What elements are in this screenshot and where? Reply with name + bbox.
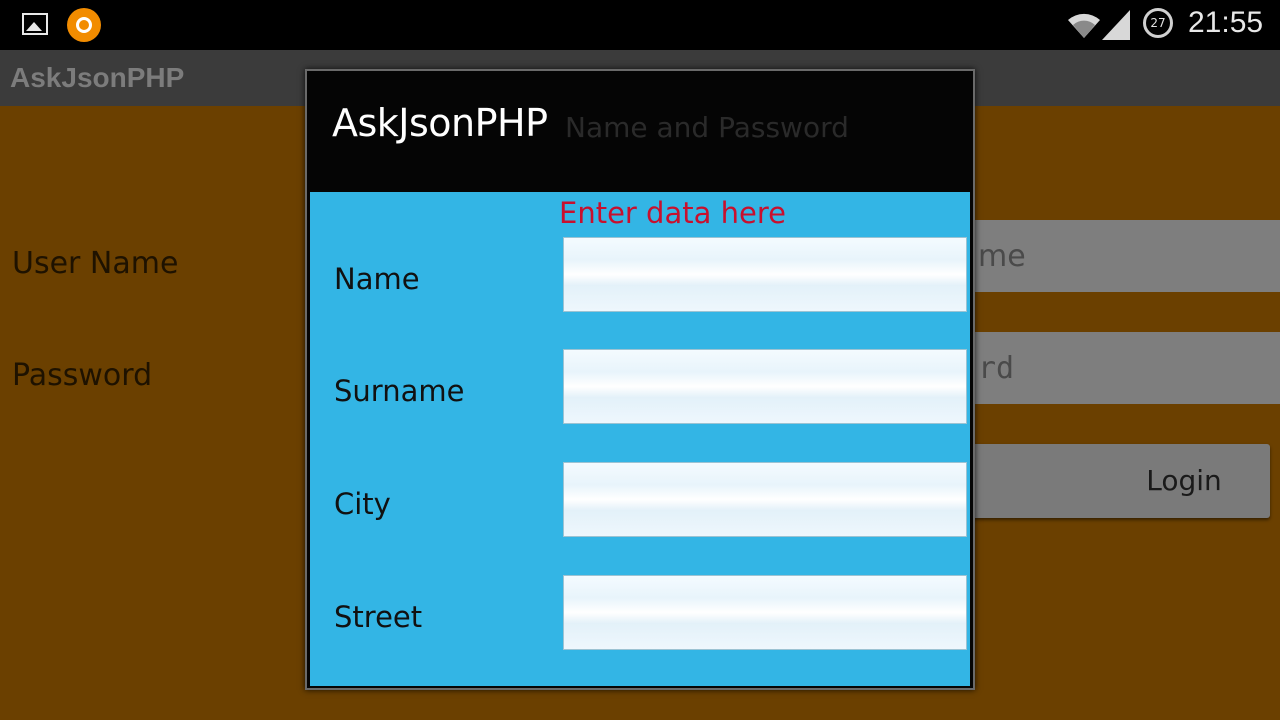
signal-icon <box>1102 10 1130 40</box>
gallery-icon <box>22 13 48 35</box>
app-notification-icon <box>67 8 101 42</box>
surname-input[interactable] <box>563 349 967 424</box>
login-button[interactable]: Login <box>968 444 1270 518</box>
data-entry-dialog: Name and Password AskJsonPHP Enter data … <box>305 69 975 690</box>
user-name-label: User Name <box>12 246 179 281</box>
login-button-label: Login <box>1146 464 1222 497</box>
clock: 21:55 <box>1188 6 1264 39</box>
name-input[interactable] <box>563 237 967 312</box>
wifi-icon <box>1068 13 1100 38</box>
password-hint: rd <box>978 351 1015 386</box>
name-label: Name <box>334 262 420 296</box>
user-name-hint: me <box>978 239 1026 274</box>
street-input[interactable] <box>563 575 967 650</box>
dialog-title: AskJsonPHP <box>332 101 548 145</box>
dialog-ghost-text: Name and Password <box>565 111 849 144</box>
dialog-body: Enter data here Name Surname City Street <box>310 192 970 686</box>
enter-data-hint: Enter data here <box>559 196 786 230</box>
city-label: City <box>334 487 391 521</box>
battery-icon: 27 <box>1143 8 1173 38</box>
app-title: AskJsonPHP <box>10 62 185 93</box>
street-label: Street <box>334 600 423 634</box>
user-name-input[interactable]: me <box>974 220 1280 292</box>
password-input[interactable]: rd <box>974 332 1280 404</box>
surname-label: Surname <box>334 374 465 408</box>
city-input[interactable] <box>563 462 967 537</box>
password-label: Password <box>12 358 153 393</box>
status-bar: 27 21:55 <box>0 0 1280 50</box>
